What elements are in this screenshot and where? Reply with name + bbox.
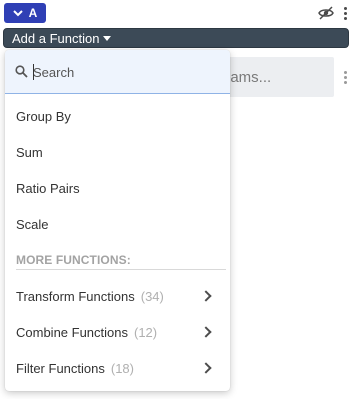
submenu-filter-functions[interactable]: Filter Functions (18) — [5, 353, 230, 383]
submenu-count: (34) — [140, 288, 164, 304]
more-options-icon[interactable] — [340, 4, 350, 22]
streams-input[interactable]: eams... — [214, 57, 334, 97]
submenu-label: Combine Functions — [16, 324, 128, 340]
chevron-right-icon — [200, 290, 212, 302]
row-options-icon[interactable] — [340, 68, 350, 86]
query-toggle-button[interactable]: A — [4, 3, 46, 23]
menu-item-ratio-pairs[interactable]: Ratio Pairs — [5, 173, 230, 203]
divider — [16, 269, 226, 270]
menu-item-label: Scale — [16, 216, 49, 232]
submenu-count: (12) — [134, 324, 158, 340]
caret-down-icon — [103, 35, 112, 41]
menu-item-sum[interactable]: Sum — [5, 137, 230, 167]
menu-item-label: Group By — [16, 108, 71, 124]
submenu-label: Filter Functions — [16, 360, 105, 376]
search-icon — [15, 65, 28, 78]
submenu-transform-functions[interactable]: Transform Functions (34) — [5, 281, 230, 311]
add-function-button[interactable]: Add a Function — [3, 28, 349, 48]
text-cursor — [33, 64, 34, 80]
submenu-count: (18) — [110, 360, 134, 376]
query-label: A — [28, 6, 38, 20]
submenu-label: Transform Functions — [16, 288, 135, 304]
function-dropdown: Group By Sum Ratio Pairs Scale MORE FUNC… — [5, 50, 230, 391]
chevron-right-icon — [200, 326, 212, 338]
menu-item-group-by[interactable]: Group By — [5, 101, 230, 131]
more-functions-heading: MORE FUNCTIONS: — [16, 253, 131, 267]
search-box — [5, 50, 230, 94]
chevron-right-icon — [200, 362, 212, 374]
submenu-combine-functions[interactable]: Combine Functions (12) — [5, 317, 230, 347]
search-input[interactable] — [33, 61, 218, 83]
chevron-down-icon — [12, 9, 23, 16]
menu-item-label: Sum — [16, 144, 43, 160]
eye-off-icon[interactable] — [318, 5, 334, 21]
menu-item-label: Ratio Pairs — [16, 180, 80, 196]
add-function-label: Add a Function — [12, 30, 100, 46]
menu-item-scale[interactable]: Scale — [5, 209, 230, 239]
